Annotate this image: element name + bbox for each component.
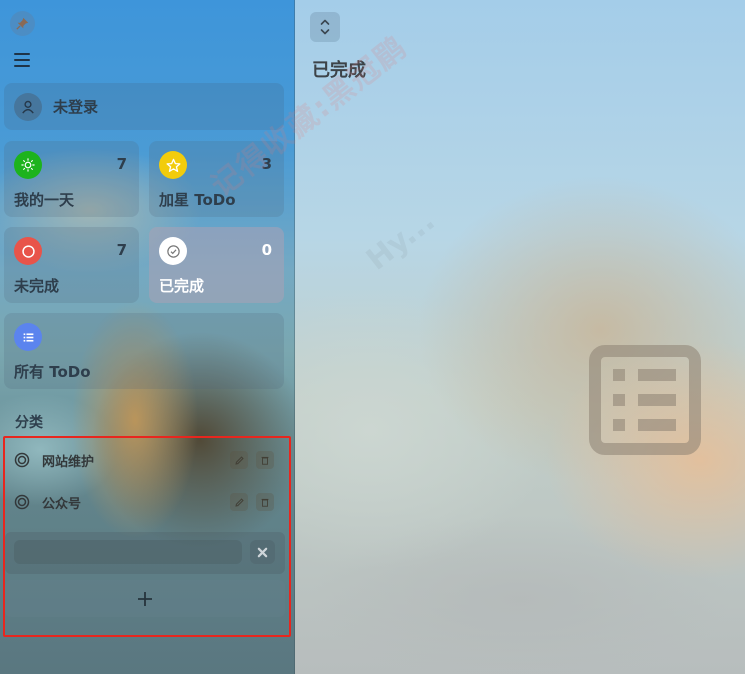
delete-category-button[interactable]: [256, 451, 274, 469]
category-label: 网站维护: [42, 454, 95, 470]
login-card[interactable]: 未登录: [4, 83, 284, 130]
sun-icon: [21, 158, 35, 172]
list-box-icon: [589, 345, 701, 455]
close-icon: [257, 547, 268, 557]
pin-button[interactable]: [10, 11, 35, 36]
new-category-input[interactable]: [14, 540, 242, 564]
pin-icon: [16, 17, 29, 30]
tile-count: 7: [116, 155, 127, 173]
sort-updown-icon: [320, 19, 330, 35]
tile-count: 3: [261, 155, 272, 173]
category-item[interactable]: 公众号: [14, 489, 284, 515]
new-category-row: [5, 532, 285, 574]
sort-button[interactable]: [310, 12, 340, 42]
list-icon: [23, 332, 33, 342]
page-title: 已完成: [312, 60, 366, 81]
tile-completed[interactable]: 0 已完成: [149, 227, 284, 303]
tile-my-day[interactable]: 7 我的一天: [4, 141, 139, 217]
delete-category-button[interactable]: [256, 493, 274, 511]
tile-count: 7: [116, 241, 127, 259]
target-icon: [14, 494, 30, 510]
add-category-button[interactable]: [5, 580, 285, 617]
hamburger-menu-icon: [14, 53, 30, 55]
plus-icon: [138, 591, 152, 606]
user-icon: [22, 100, 34, 114]
category-label: 公众号: [42, 496, 82, 512]
cancel-new-category-button[interactable]: [250, 540, 275, 564]
tile-incomplete[interactable]: 7 未完成: [4, 227, 139, 303]
pencil-icon: [234, 497, 244, 507]
avatar: [14, 92, 42, 121]
tile-all[interactable]: 所有 ToDo: [4, 313, 284, 389]
star-icon: [165, 158, 181, 172]
edit-category-button[interactable]: [230, 493, 248, 511]
tile-label: 未完成: [14, 277, 60, 295]
menu-button[interactable]: [14, 53, 30, 67]
tile-count: 0: [261, 241, 272, 259]
trash-icon: [261, 456, 269, 465]
tile-starred[interactable]: 3 加星 ToDo: [149, 141, 284, 217]
category-item[interactable]: 网站维护: [14, 447, 284, 473]
edit-category-button[interactable]: [230, 451, 248, 469]
trash-icon: [261, 498, 269, 507]
tile-label: 我的一天: [14, 191, 75, 209]
tile-label: 已完成: [159, 277, 205, 295]
pencil-icon: [234, 455, 244, 465]
login-label: 未登录: [53, 98, 99, 116]
check-circle-icon: [166, 244, 180, 258]
tile-label: 加星 ToDo: [159, 191, 236, 209]
categories-heading: 分类: [15, 415, 43, 431]
tile-label: 所有 ToDo: [14, 363, 91, 381]
circle-icon: [21, 244, 35, 258]
sidebar-divider[interactable]: [294, 0, 295, 674]
target-icon: [14, 452, 30, 468]
